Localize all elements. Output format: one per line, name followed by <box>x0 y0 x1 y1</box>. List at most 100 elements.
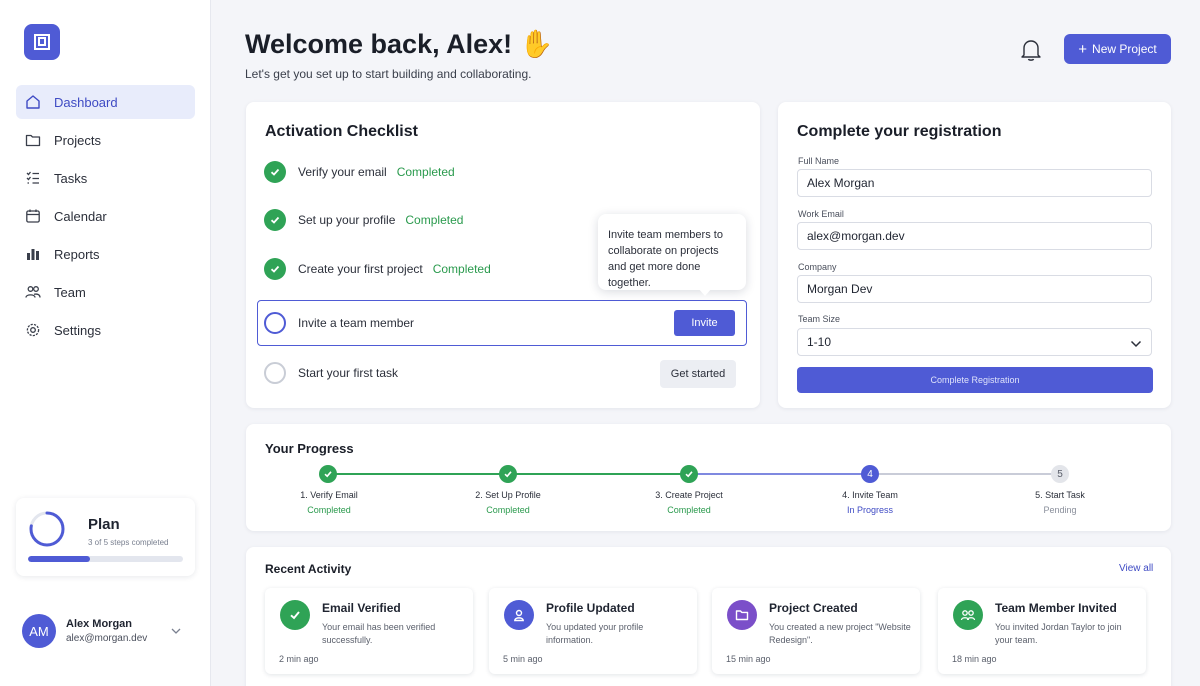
step-connector <box>508 473 688 475</box>
activity-desc: You created a new project "Website Redes… <box>769 622 911 645</box>
sidebar-item-projects[interactable]: Projects <box>16 123 195 157</box>
activity-time: 18 min ago <box>952 654 997 664</box>
check-icon <box>264 161 286 183</box>
sidebar-item-label: Settings <box>54 322 101 338</box>
invite-button[interactable]: Invite <box>674 310 735 336</box>
sidebar-item-dashboard[interactable]: Dashboard <box>16 85 195 119</box>
sidebar-item-label: Dashboard <box>54 94 118 110</box>
sidebar-item-label: Calendar <box>54 208 107 224</box>
new-project-button[interactable]: + New Project <box>1064 34 1171 64</box>
bar-chart-icon <box>25 246 41 262</box>
avatar: AM <box>22 614 56 648</box>
work-email-field[interactable]: alex@morgan.dev <box>797 222 1152 250</box>
team-icon <box>953 600 983 630</box>
progress-card: Your Progress 4 5 1. Verify Email Comple… <box>246 424 1171 531</box>
step-label: 5. Start Task <box>1035 490 1085 500</box>
check-icon <box>264 258 286 280</box>
step-4-number: 4 <box>861 465 879 483</box>
gear-icon <box>25 322 41 338</box>
checklist-item-invite[interactable]: Invite a team member <box>264 311 414 335</box>
activity-desc: You updated your profile information. <box>546 622 644 645</box>
recent-activity-card: Recent Activity View all Email Verified … <box>246 547 1171 686</box>
sidebar-item-label: Team <box>54 284 86 300</box>
sidebar-item-team[interactable]: Team <box>16 275 195 309</box>
checklist-item-label: Start your first task <box>298 366 399 380</box>
plan-card[interactable]: Plan 3 of 5 steps completed <box>16 498 195 576</box>
step-5-number: 5 <box>1051 465 1069 483</box>
full-name-label: Full Name <box>798 156 840 166</box>
folder-icon <box>727 600 757 630</box>
step-status: Pending <box>1043 505 1077 515</box>
checklist-item-project[interactable]: Create your first project Completed <box>264 257 491 281</box>
activity-item[interactable]: Profile Updated You updated your profile… <box>489 588 697 674</box>
checklist-item-verify-email[interactable]: Verify your email Completed <box>264 160 455 184</box>
check-icon <box>264 209 286 231</box>
checklist-item-profile[interactable]: Set up your profile Completed <box>264 208 463 232</box>
circle-icon <box>264 362 286 384</box>
activity-title: Profile Updated <box>546 601 635 615</box>
step-2-check-icon <box>499 465 517 483</box>
step-status: Completed <box>307 505 351 515</box>
company-field[interactable]: Morgan Dev <box>797 275 1152 303</box>
step-3-check-icon <box>680 465 698 483</box>
sidebar-item-reports[interactable]: Reports <box>16 237 195 271</box>
company-label: Company <box>798 262 837 272</box>
activity-desc: Your email has been verified successfull… <box>322 622 436 645</box>
tooltip-arrow <box>698 288 712 296</box>
progress-title: Your Progress <box>265 441 354 456</box>
step-label: 2. Set Up Profile <box>475 490 541 500</box>
chevron-down-icon[interactable] <box>170 624 182 642</box>
activity-item[interactable]: Email Verified Your email has been verif… <box>265 588 473 674</box>
new-project-label: New Project <box>1092 42 1157 56</box>
sidebar-item-label: Projects <box>54 132 101 148</box>
activity-title: Email Verified <box>322 601 401 615</box>
home-icon <box>25 94 41 110</box>
checklist-item-label: Verify your email <box>298 165 387 179</box>
plan-progress-fill <box>28 556 90 562</box>
sidebar-item-settings[interactable]: Settings <box>16 313 195 347</box>
users-icon <box>25 284 41 300</box>
sidebar: Dashboard Projects Tasks Calendar Report… <box>0 0 211 686</box>
complete-registration-button[interactable]: Complete Registration <box>797 367 1153 393</box>
step-label: 1. Verify Email <box>300 490 358 500</box>
step-label: 3. Create Project <box>655 490 723 500</box>
activity-item[interactable]: Project Created You created a new projec… <box>712 588 920 674</box>
user-email: alex@morgan.dev <box>66 633 148 644</box>
status-badge: Completed <box>432 262 491 276</box>
sidebar-nav: Dashboard Projects Tasks Calendar Report… <box>16 85 195 351</box>
team-size-value: 1-10 <box>807 335 832 349</box>
step-status: In Progress <box>846 505 894 515</box>
step-1-check-icon <box>319 465 337 483</box>
view-all-link[interactable]: View all <box>1119 563 1153 574</box>
plan-progress-ring-icon <box>29 511 65 547</box>
activity-time: 2 min ago <box>279 654 319 664</box>
activity-item[interactable]: Team Member Invited You invited Jordan T… <box>938 588 1146 674</box>
activity-time: 15 min ago <box>726 654 771 664</box>
plan-progress-bar <box>28 556 183 562</box>
activity-title: Team Member Invited <box>995 601 1117 615</box>
sidebar-item-tasks[interactable]: Tasks <box>16 161 195 195</box>
step-connector <box>870 473 1060 475</box>
app-logo-icon[interactable] <box>24 24 60 60</box>
checklist-item-first-task[interactable]: Start your first task <box>264 361 398 385</box>
activity-time: 5 min ago <box>503 654 543 664</box>
checklist-title: Activation Checklist <box>265 123 418 140</box>
activation-checklist-card: Activation Checklist Verify your email C… <box>246 102 760 408</box>
step-connector <box>328 473 508 475</box>
get-started-button[interactable]: Get started <box>660 360 736 388</box>
user-menu[interactable]: AM Alex Morgan alex@morgan.dev <box>22 611 192 651</box>
page-subtitle: Let's get you set up to start building a… <box>245 67 532 81</box>
sidebar-item-calendar[interactable]: Calendar <box>16 199 195 233</box>
bell-icon[interactable] <box>1020 38 1042 67</box>
full-name-field[interactable]: Alex Morgan <box>797 169 1152 197</box>
work-email-label: Work Email <box>798 209 844 219</box>
activity-title: Recent Activity <box>265 562 352 576</box>
activity-title: Project Created <box>769 601 858 615</box>
registration-card: Complete your registration Full Name Ale… <box>778 102 1171 408</box>
step-status: Completed <box>486 505 530 515</box>
checklist-item-label: Set up your profile <box>298 213 396 227</box>
check-icon <box>280 600 310 630</box>
page-title: Welcome back, Alex! ✋ <box>245 29 554 59</box>
team-size-select[interactable]: 1-10 <box>797 328 1152 356</box>
step-status: Completed <box>667 505 711 515</box>
